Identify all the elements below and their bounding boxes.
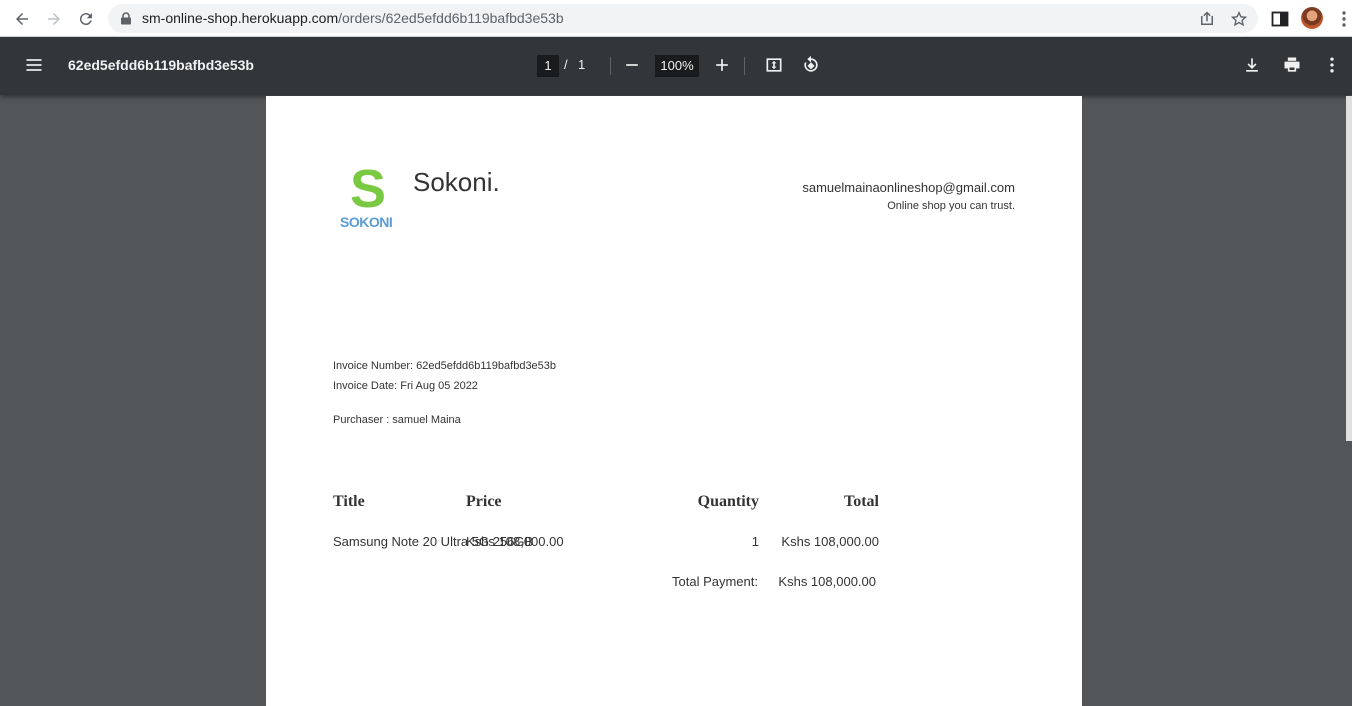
- invoice-date: Invoice Date: Fri Aug 05 2022: [333, 380, 478, 392]
- arrow-right-icon: [48, 13, 60, 25]
- url-path: /orders/62ed5efdd6b119bafbd3e53b: [338, 10, 564, 26]
- column-header-quantity: Quantity: [697, 493, 759, 510]
- download-button[interactable]: [1240, 53, 1264, 77]
- zoom-input[interactable]: 100%: [655, 55, 699, 77]
- zoom-out-button[interactable]: [620, 53, 644, 77]
- back-button[interactable]: [10, 7, 34, 31]
- shop-tagline: Online shop you can trust.: [887, 200, 1015, 212]
- brand-name: Sokoni.: [413, 167, 500, 197]
- reload-icon: [79, 13, 92, 26]
- fit-page-button[interactable]: [762, 53, 786, 77]
- lock-icon: [121, 12, 131, 25]
- item-price: Kshs 108,000.00: [466, 534, 564, 549]
- page-separator: /: [564, 57, 568, 72]
- printer-icon: [1284, 57, 1300, 72]
- forward-button[interactable]: [42, 7, 66, 31]
- item-quantity: 1: [751, 534, 759, 549]
- sidebar-toggle-button[interactable]: [22, 53, 46, 77]
- total-payment-label: Total Payment:: [672, 574, 758, 589]
- address-bar[interactable]: sm-online-shop.herokuapp.com/orders/62ed…: [108, 4, 1258, 33]
- profile-avatar[interactable]: [1301, 7, 1323, 29]
- item-total: Kshs 108,000.00: [781, 534, 879, 549]
- invoice-number: Invoice Number: 62ed5efdd6b119bafbd3e53b: [333, 360, 557, 372]
- column-header-title: Title: [333, 493, 365, 510]
- shop-email: samuelmainaonlineshop@gmail.com: [802, 180, 1015, 195]
- toolbar-divider: [610, 57, 611, 75]
- rotate-icon: [804, 55, 818, 72]
- total-payment-value: Kshs 108,000.00: [778, 574, 876, 589]
- download-icon: [1246, 58, 1258, 72]
- page-number-input[interactable]: 1: [537, 55, 559, 77]
- column-header-total: Total: [844, 493, 879, 510]
- more-vertical-icon: [1330, 57, 1334, 73]
- share-icon[interactable]: [1198, 10, 1216, 28]
- print-button[interactable]: [1280, 53, 1304, 77]
- page-scrollbar[interactable]: [1346, 96, 1352, 441]
- hamburger-menu-icon: [26, 59, 42, 71]
- pdf-page: S SOKONI Sokoni. samuelmainaonlineshop@g…: [266, 96, 1082, 706]
- url-host: sm-online-shop.herokuapp.com: [142, 10, 339, 26]
- rotate-button[interactable]: [799, 53, 823, 77]
- sokoni-logo: S SOKONI: [340, 162, 394, 234]
- more-options-button[interactable]: [1320, 53, 1344, 77]
- column-header-price: Price: [466, 493, 502, 510]
- fit-to-page-icon: [766, 58, 782, 72]
- page-total: 1: [578, 57, 586, 72]
- url-text: sm-online-shop.herokuapp.com/orders/62ed…: [142, 10, 564, 26]
- minus-icon: [626, 64, 638, 66]
- logo-text: SOKONI: [340, 214, 393, 230]
- zoom-in-button[interactable]: [710, 53, 734, 77]
- star-icon[interactable]: [1230, 10, 1248, 28]
- browser-toolbar: sm-online-shop.herokuapp.com/orders/62ed…: [0, 0, 1352, 37]
- plus-icon: [716, 59, 728, 71]
- purchaser: Purchaser : samuel Maina: [333, 414, 461, 426]
- toolbar-divider: [744, 57, 745, 75]
- arrow-left-icon: [16, 13, 28, 25]
- pdf-title: 62ed5efdd6b119bafbd3e53b: [68, 57, 254, 73]
- reload-button[interactable]: [74, 7, 98, 31]
- chrome-menu-icon[interactable]: [1334, 9, 1352, 29]
- side-panel-icon[interactable]: [1270, 9, 1290, 29]
- logo-letter: S: [350, 159, 387, 219]
- pdf-toolbar: 62ed5efdd6b119bafbd3e53b 1 / 1 100%: [0, 37, 1352, 95]
